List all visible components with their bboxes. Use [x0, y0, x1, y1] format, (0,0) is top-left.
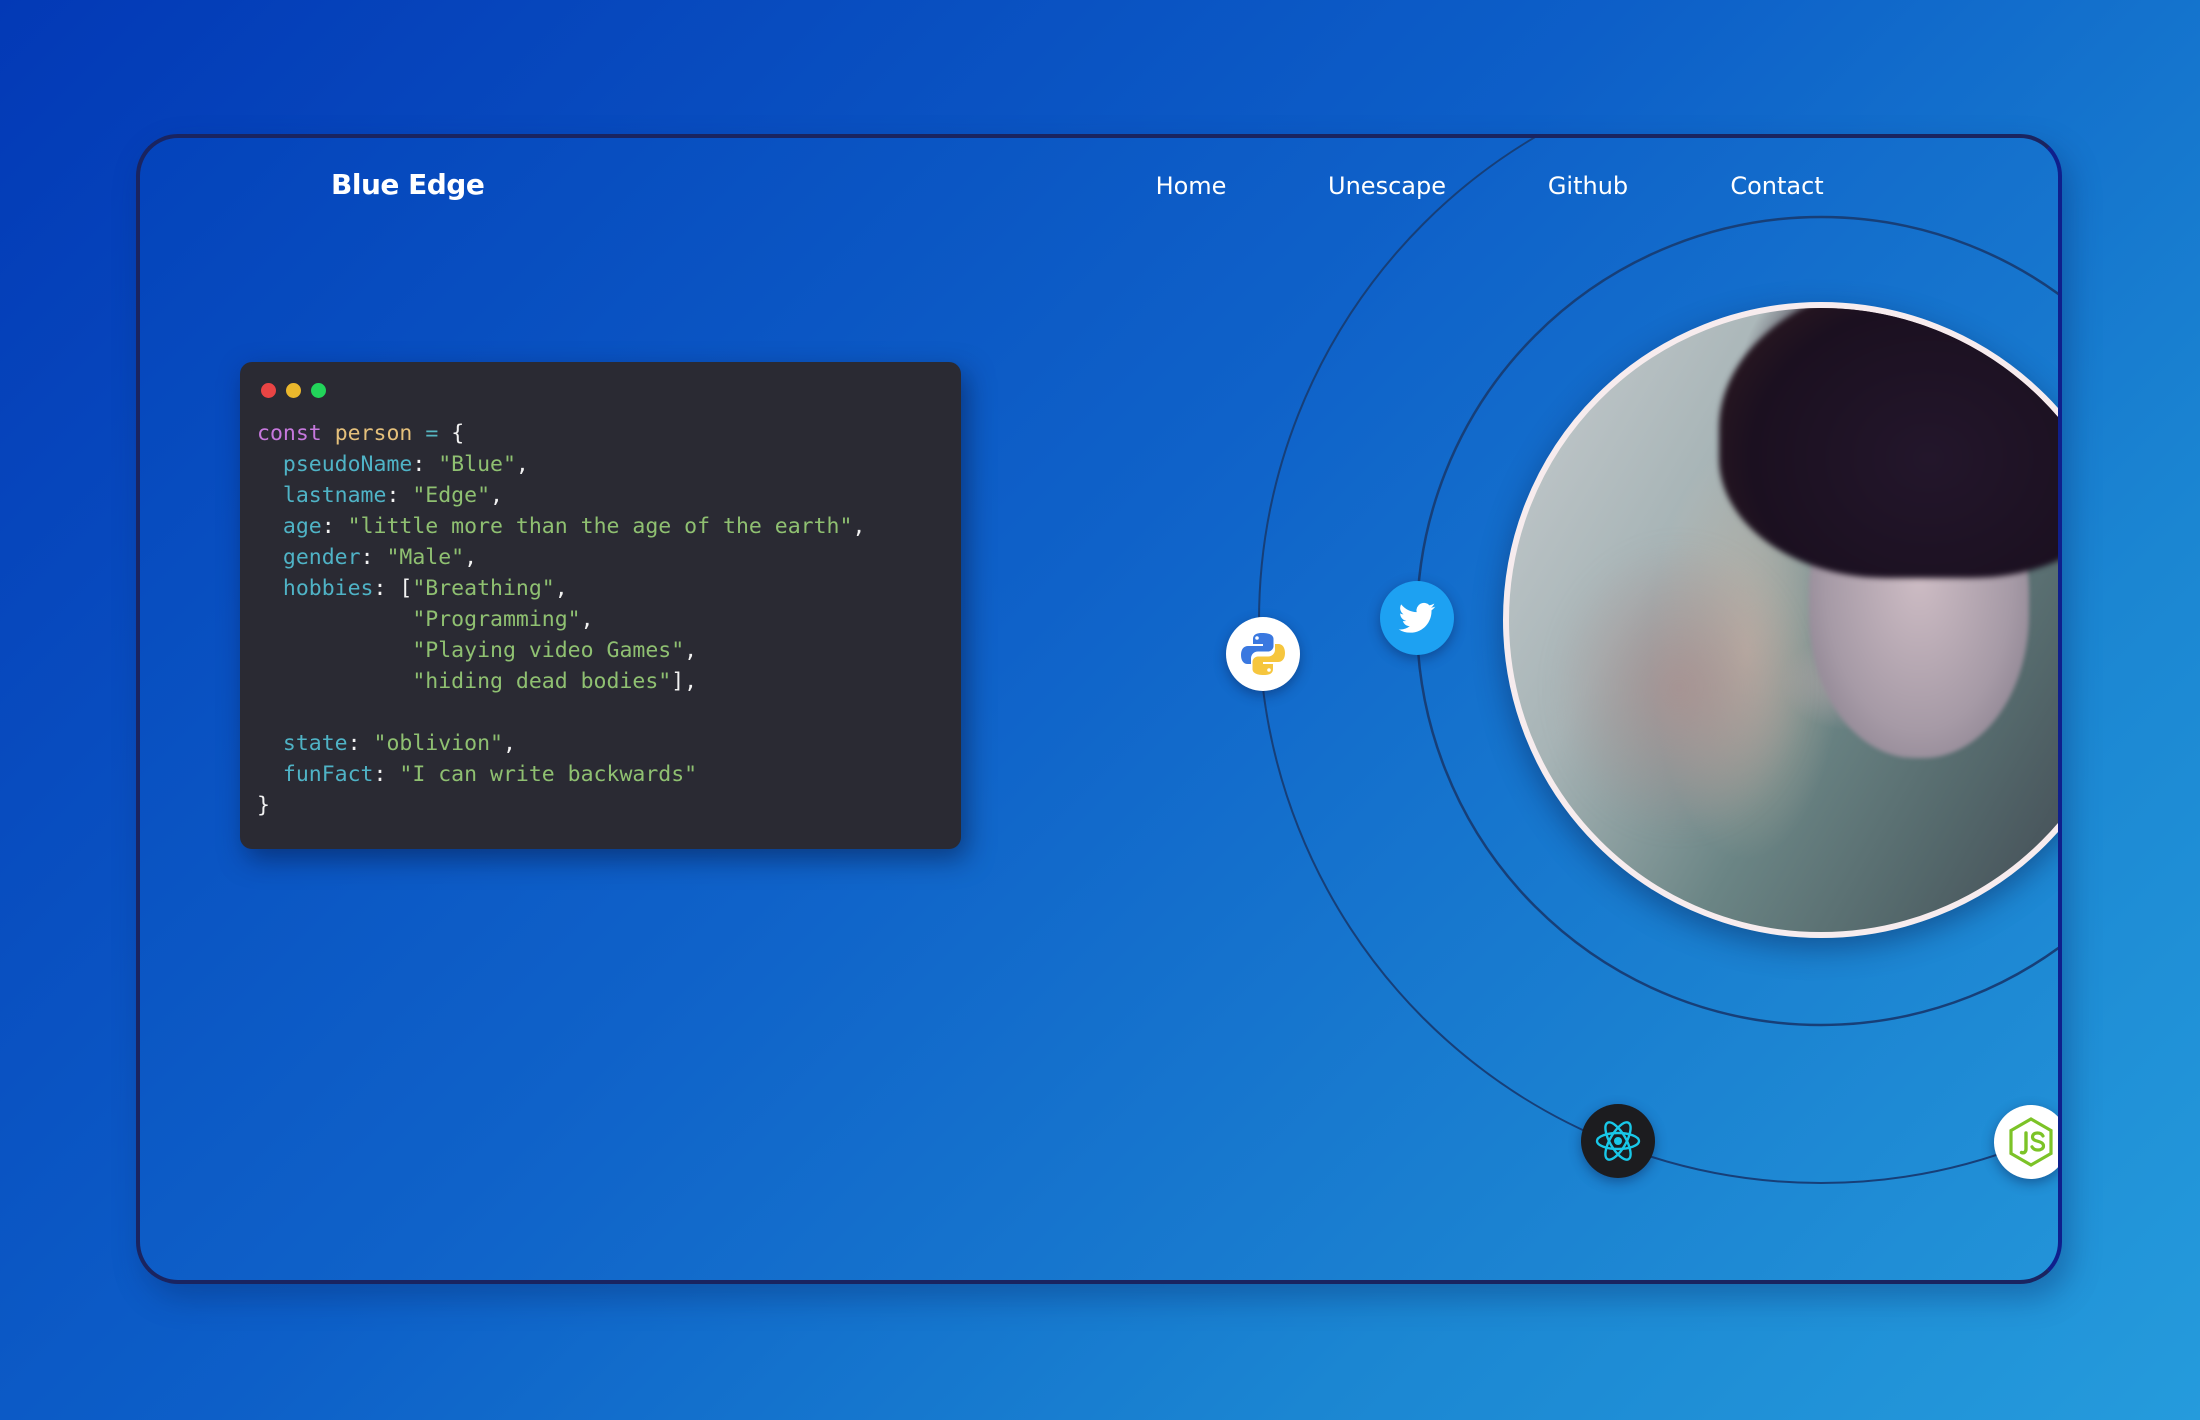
code-operator: =	[425, 421, 439, 446]
code-key: state	[282, 731, 348, 756]
brand-logo[interactable]: Blue Edge	[331, 168, 485, 201]
nav-github[interactable]: Github	[1548, 172, 1628, 200]
code-key: gender	[282, 545, 361, 570]
code-open-brace: {	[451, 421, 465, 446]
twitter-badge[interactable]	[1380, 581, 1454, 655]
minimize-dot[interactable]	[286, 383, 301, 398]
nodejs-icon	[2009, 1117, 2053, 1167]
code-value: "little more than the age of the earth"	[347, 514, 853, 539]
twitter-icon	[1398, 602, 1436, 633]
code-value: "oblivion"	[373, 731, 503, 756]
nav-contact[interactable]: Contact	[1730, 172, 1823, 200]
code-value: "Edge"	[412, 483, 491, 508]
python-icon	[1241, 633, 1285, 675]
close-dot[interactable]	[261, 383, 276, 398]
code-key: lastname	[282, 483, 387, 508]
code-value: "Male"	[386, 545, 465, 570]
profile-image-hand	[1549, 538, 1809, 838]
code-array-item: "Programming"	[412, 607, 581, 632]
code-key: hobbies	[282, 576, 374, 601]
code-variable: person	[334, 421, 413, 446]
code-value: "I can write backwards"	[399, 762, 698, 787]
code-array-item: "Playing video Games"	[412, 638, 685, 663]
code-key: funFact	[282, 762, 374, 787]
code-array-item: "Breathing"	[412, 576, 555, 601]
python-badge[interactable]	[1226, 617, 1300, 691]
code-keyword: const	[257, 421, 322, 446]
code-array-item: "hiding dead bodies"	[412, 669, 672, 694]
react-icon	[1595, 1121, 1641, 1161]
code-close-brace: }	[257, 793, 270, 818]
window-controls	[261, 383, 326, 398]
code-snippet: const person = { pseudoName: "Blue", las…	[257, 421, 866, 818]
profile-image-hair	[1719, 308, 2058, 578]
code-value: "Blue"	[438, 452, 516, 477]
react-badge[interactable]	[1581, 1104, 1655, 1178]
nodejs-badge[interactable]	[1994, 1105, 2058, 1179]
code-window: const person = { pseudoName: "Blue", las…	[240, 362, 961, 849]
nav-home[interactable]: Home	[1156, 172, 1227, 200]
code-key: pseudoName	[282, 452, 413, 477]
maximize-dot[interactable]	[311, 383, 326, 398]
code-key: age	[282, 514, 322, 539]
nav-unescape[interactable]: Unescape	[1328, 172, 1446, 200]
